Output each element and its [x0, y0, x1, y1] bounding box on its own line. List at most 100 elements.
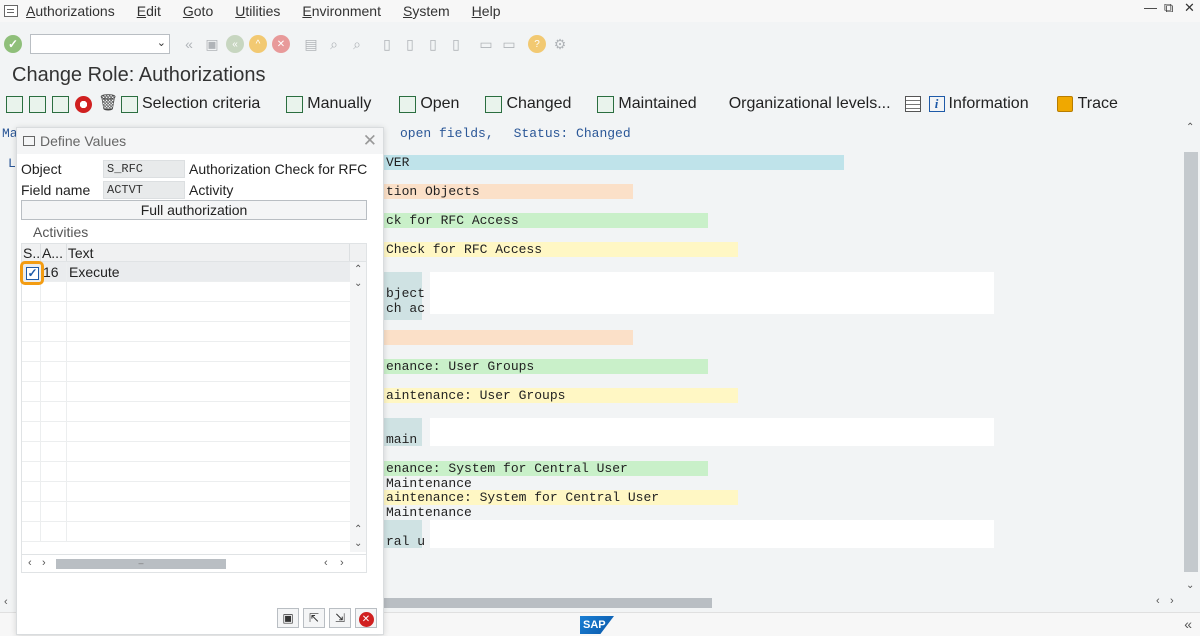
new-session-icon[interactable]: ▭ [477, 35, 495, 53]
menu-system[interactable]: System [403, 3, 450, 19]
expand-status-icon[interactable]: « [1184, 616, 1192, 632]
menu-utilities[interactable]: Utilities [235, 3, 280, 19]
table-row[interactable] [22, 282, 366, 302]
field-value-box[interactable] [430, 272, 994, 314]
close-window-button[interactable]: ✕ [1184, 0, 1195, 16]
changed-button[interactable]: Changed [485, 95, 571, 113]
find-next-icon[interactable]: ⌕ [348, 35, 366, 53]
table-row[interactable] [22, 302, 366, 322]
scroll-thumb[interactable] [384, 598, 712, 608]
information-button[interactable]: i Information [928, 95, 1029, 113]
back-double-icon[interactable]: « [180, 35, 198, 53]
table-row[interactable] [22, 382, 366, 402]
field-value-box[interactable] [430, 418, 994, 446]
restore-button[interactable]: ⧉ [1164, 0, 1173, 16]
scroll-up-icon[interactable]: ⌃ [354, 264, 362, 275]
scroll-left-icon[interactable]: ‹ [4, 596, 8, 608]
column-header-activity[interactable]: A... [41, 244, 67, 261]
deactivate-icon[interactable] [75, 95, 92, 113]
table-row[interactable] [22, 522, 366, 542]
scroll-right-icon[interactable]: › [1170, 595, 1174, 607]
tree-row-orange[interactable]: tion Objects [384, 184, 633, 199]
tree-row-orange[interactable] [384, 330, 633, 345]
command-field[interactable]: ⌄ [30, 34, 170, 54]
scroll-down-icon[interactable]: ⌄ [1186, 580, 1194, 591]
open-button[interactable]: Open [399, 95, 459, 113]
table-row[interactable] [22, 342, 366, 362]
generate-icon[interactable] [52, 95, 69, 113]
tree-row-green[interactable]: enance: User Groups [384, 359, 708, 374]
table-row[interactable] [22, 322, 366, 342]
trash-icon[interactable]: 🗑 [98, 95, 118, 113]
scroll-down-icon[interactable]: ⌄ [354, 538, 362, 549]
menu-help[interactable]: Help [472, 3, 501, 19]
print-icon[interactable]: ▤ [302, 35, 320, 53]
first-page-icon[interactable]: ▯ [378, 35, 396, 53]
collapse-icon[interactable] [29, 95, 46, 113]
table-row[interactable] [22, 442, 366, 462]
scroll-left-icon[interactable]: ‹ [1156, 595, 1160, 607]
exit-icon[interactable]: ^ [249, 35, 267, 53]
table-row[interactable] [22, 402, 366, 422]
column-header-text[interactable]: Text [67, 244, 351, 261]
save-button[interactable]: ▣ [277, 608, 299, 628]
checkbox-icon[interactable]: ✓ [26, 267, 39, 280]
field-value-box[interactable] [430, 520, 994, 548]
transfer-button[interactable]: ⇱ [303, 608, 325, 628]
table-row[interactable] [22, 422, 366, 442]
help-icon[interactable]: ? [528, 35, 546, 53]
chevron-down-icon[interactable]: ⌄ [157, 36, 166, 49]
copy-button[interactable]: ⇲ [329, 608, 351, 628]
main-horizontal-scrollbar[interactable]: ‹ › [384, 595, 1182, 610]
back-icon[interactable]: « [226, 35, 244, 53]
settings-icon[interactable]: ⚙ [551, 35, 569, 53]
scroll-down-icon[interactable]: ⌄ [354, 278, 362, 289]
scroll-thumb[interactable]: – [56, 559, 226, 569]
column-header-select[interactable]: S... [22, 244, 41, 261]
table-row[interactable]: 16 Execute [22, 262, 366, 282]
find-icon[interactable]: ⌕ [325, 35, 343, 53]
scroll-up-icon[interactable]: ⌃ [1186, 122, 1194, 133]
scroll-right-icon[interactable]: › [42, 557, 46, 569]
menu-environment[interactable]: Environment [302, 3, 381, 19]
cancel-button[interactable]: ✕ [355, 608, 377, 628]
selection-criteria-button[interactable]: Selection criteria [121, 95, 260, 113]
close-icon[interactable]: ✕ [363, 131, 377, 151]
shortcut-icon[interactable]: ▭ [500, 35, 518, 53]
table-row[interactable] [22, 462, 366, 482]
menu-icon[interactable] [4, 5, 18, 17]
main-vertical-scrollbar[interactable]: ⌃ ⌄ [1182, 120, 1200, 595]
tree-row-yellow[interactable]: Check for RFC Access [384, 242, 738, 257]
last-page-icon[interactable]: ▯ [447, 35, 465, 53]
manually-button[interactable]: Manually [286, 95, 371, 113]
scroll-left-icon[interactable]: ‹ [324, 557, 328, 569]
table-horizontal-scrollbar[interactable]: ‹ › – ‹ › [22, 554, 366, 572]
previous-page-icon[interactable]: ▯ [401, 35, 419, 53]
tree-row-yellow[interactable]: aintenance: System for Central User Main… [384, 490, 738, 520]
org-levels-button[interactable]: Organizational levels... [729, 95, 891, 113]
enter-icon[interactable]: ✓ [4, 35, 22, 53]
scroll-right-icon[interactable]: › [340, 557, 344, 569]
list-icon[interactable] [904, 96, 921, 112]
trace-button[interactable]: Trace [1056, 95, 1118, 113]
save-icon[interactable]: ▣ [203, 35, 221, 53]
dialog-menu-icon[interactable] [23, 136, 35, 146]
scroll-thumb[interactable] [1184, 152, 1198, 572]
table-row[interactable] [22, 502, 366, 522]
tree-row-green[interactable]: ck for RFC Access [384, 213, 708, 228]
maintained-button[interactable]: Maintained [597, 95, 697, 113]
full-authorization-button[interactable]: Full authorization [21, 200, 367, 220]
table-row[interactable] [22, 482, 366, 502]
table-vertical-scrollbar[interactable]: ⌃ ⌄ ⌃ ⌄ [350, 262, 366, 552]
expand-icon[interactable] [6, 95, 23, 113]
scroll-up-icon[interactable]: ⌃ [354, 524, 362, 535]
tree-row-blue[interactable]: VER [384, 155, 844, 170]
cancel-icon[interactable]: ✕ [272, 35, 290, 53]
tree-row-green[interactable]: enance: System for Central User Maintena… [384, 461, 708, 491]
menu-authorizations[interactable]: Authorizations [26, 3, 115, 19]
table-row[interactable] [22, 362, 366, 382]
tree-row-yellow[interactable]: aintenance: User Groups [384, 388, 738, 403]
menu-goto[interactable]: Goto [183, 3, 213, 19]
scroll-left-icon[interactable]: ‹ [28, 557, 32, 569]
minimize-button[interactable]: — [1144, 0, 1157, 15]
